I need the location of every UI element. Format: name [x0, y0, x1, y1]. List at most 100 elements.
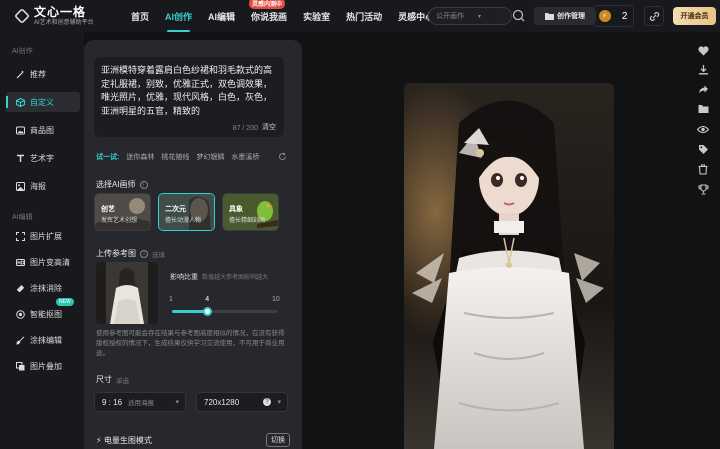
sidebar-item-label: 图片变高清 — [30, 257, 70, 267]
sidebar-item-label: 商品图 — [30, 125, 54, 135]
nav-events[interactable]: 热门活动 — [338, 10, 390, 23]
slider-handle[interactable] — [202, 307, 212, 316]
chevron-down-icon[interactable]: ▾ — [478, 13, 481, 20]
right-action-bar — [690, 40, 720, 449]
nav-ai-create[interactable]: AI创作 — [157, 10, 200, 32]
folder-icon — [545, 13, 554, 20]
tag-icon — [698, 144, 708, 154]
prompt-textarea[interactable]: 亚洲模特穿着露肩白色纱裙和羽毛款式的高定礼服裙，别致，优雅正式，双色调效果，唯光… — [94, 57, 284, 137]
generated-artwork — [404, 83, 614, 449]
expand-icon — [16, 231, 25, 241]
top-bar: 文心一格 AI艺术和创意辅助平台 首页 AI创作 AI编辑 你说我画 灵感内测中 … — [0, 0, 720, 32]
painter-desc: 发挥艺术创想 — [101, 218, 138, 224]
size-section-title: 尺寸 单选 — [96, 374, 129, 385]
trash-icon — [698, 163, 708, 175]
painter-card-creative[interactable]: 创艺 发挥艺术创想 — [94, 193, 151, 231]
sidebar-group-ai-create: AI创作 — [12, 48, 33, 55]
search-input[interactable]: 公开画作 ▾ — [428, 7, 512, 25]
painter-desc: 擅长精细刻画 — [229, 218, 266, 224]
text-icon — [17, 154, 24, 162]
folder-button[interactable] — [696, 102, 710, 116]
try-item[interactable]: 迷你森林 — [126, 152, 154, 162]
reference-image[interactable] — [96, 262, 158, 324]
sidebar-item-label: 图片叠加 — [30, 361, 62, 371]
sidebar-item-recommend[interactable]: 推荐 — [6, 64, 80, 84]
brush-icon — [16, 335, 25, 345]
layers-icon — [16, 361, 25, 370]
painter-card-figurative[interactable]: 具象 擅长精细刻画 — [222, 193, 279, 231]
create-management-button[interactable]: 创作管理 — [534, 7, 596, 25]
share-button[interactable] — [696, 82, 710, 96]
sidebar-item-image-expand[interactable]: 图片扩展 — [6, 226, 80, 246]
size-options: 9 : 16 适用海报 ▾ 720x1280 ? ▾ — [94, 392, 288, 412]
eraser-icon — [16, 284, 25, 292]
link-button[interactable] — [644, 6, 664, 26]
share-icon — [698, 85, 708, 93]
canvas-area — [302, 32, 690, 449]
prompt-text[interactable]: 亚洲模特穿着露肩白色纱裙和羽毛款式的高定礼服裙，别致，优雅正式，双色调效果，唯光… — [101, 64, 277, 120]
sidebar-item-image-hd[interactable]: 图片变高清 — [6, 252, 80, 272]
influence-slider[interactable] — [172, 307, 278, 316]
sidebar-item-custom[interactable]: 自定义 — [6, 92, 80, 112]
optional-hint: 选填 — [152, 251, 165, 259]
sidebar-item-smear-edit[interactable]: 涂抹编辑 — [6, 330, 80, 350]
generation-mode-row: ⚡ 电量生图模式 切换 — [96, 433, 290, 447]
info-icon[interactable]: i — [139, 180, 148, 189]
sidebar-item-smear-erase[interactable]: 涂抹消除 — [6, 278, 80, 298]
logo-title: 文心一格 — [34, 5, 87, 19]
cutout-icon — [16, 309, 25, 319]
painter-name: 二次元 — [165, 206, 186, 213]
resolution-select[interactable]: 720x1280 ? ▾ — [196, 392, 288, 412]
info-icon[interactable]: ? — [263, 398, 271, 406]
coin-balance[interactable]: ⚡ 2 — [592, 5, 634, 27]
search-icon — [512, 9, 525, 22]
painter-card-anime[interactable]: 二次元 擅长动漫人物 — [158, 193, 215, 231]
logo[interactable]: 文心一格 AI艺术和创意辅助平台 — [14, 5, 105, 26]
sidebar-item-label: 涂抹消除 — [30, 283, 62, 293]
poster-icon — [16, 181, 25, 191]
image-icon — [16, 126, 25, 134]
section-label: 尺寸 — [96, 375, 112, 384]
sidebar-item-product[interactable]: 商品图 — [6, 120, 80, 140]
link-icon — [649, 11, 659, 21]
favorite-button[interactable] — [696, 44, 710, 58]
download-button[interactable] — [696, 62, 710, 76]
coin-count: 2 — [621, 10, 628, 22]
vip-button[interactable]: 开通会员 — [673, 7, 716, 25]
trophy-button[interactable] — [696, 182, 710, 196]
tag-button[interactable] — [696, 142, 710, 156]
try-item[interactable]: 梦幻银鳞 — [196, 152, 224, 162]
nav-home[interactable]: 首页 — [123, 10, 157, 23]
search-placeholder: 公开画作 — [436, 13, 464, 20]
info-icon[interactable]: i — [140, 249, 148, 258]
slider-max: 10 — [272, 296, 280, 303]
sidebar-group-ai-edit: AI编辑 — [12, 214, 33, 221]
nav-you-say-i-draw[interactable]: 你说我画 灵感内测中 — [243, 0, 295, 23]
sidebar-item-image-overlay[interactable]: 图片叠加 — [6, 356, 80, 376]
download-icon — [698, 64, 708, 74]
try-item[interactable]: 水墨溪桥 — [231, 152, 259, 162]
influence-hint: 数值越大参考图影响越大 — [202, 275, 269, 281]
logo-subtitle: AI艺术和创意辅助平台 — [34, 20, 94, 26]
search-button[interactable] — [510, 7, 528, 25]
slider-value: 4 — [205, 296, 210, 303]
painter-desc: 擅长动漫人物 — [165, 218, 202, 224]
slider-min: 1 — [169, 296, 173, 303]
sidebar-item-label: 海报 — [30, 181, 46, 191]
prompt-clear-button[interactable]: 清空 — [262, 122, 276, 132]
nav-label: 你说我画 — [251, 11, 288, 22]
sidebar-item-smart-cutout[interactable]: 智能抠图 NEW — [6, 298, 80, 324]
view-button[interactable] — [696, 122, 710, 136]
new-badge: NEW — [56, 298, 74, 306]
refresh-icon[interactable] — [278, 152, 287, 161]
try-item[interactable]: 桃花随线 — [161, 152, 189, 162]
ratio-select[interactable]: 9 : 16 适用海报 ▾ — [94, 392, 186, 412]
nav-ai-edit[interactable]: AI编辑 — [200, 10, 243, 23]
switch-mode-button[interactable]: 切换 — [266, 433, 290, 447]
sidebar-item-art-text[interactable]: 艺术字 — [6, 148, 80, 168]
sidebar-item-poster[interactable]: 海报 — [6, 176, 80, 196]
generated-image[interactable] — [404, 83, 614, 449]
nav-lab[interactable]: 实验室 — [295, 10, 338, 23]
delete-button[interactable] — [696, 162, 710, 176]
beta-badge: 灵感内测中 — [249, 0, 286, 9]
